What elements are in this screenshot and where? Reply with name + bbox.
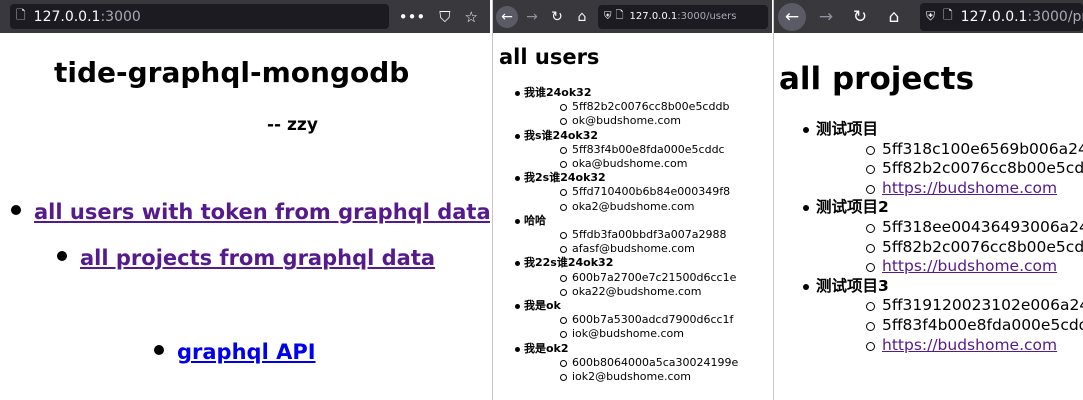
user-id: 5ff82b2c0076cc8b00e5cddb [524, 100, 738, 114]
reload-icon[interactable]: ↻ [546, 6, 568, 28]
bullet-icon [57, 251, 67, 261]
home-icon[interactable]: ⌂ [571, 6, 593, 28]
back-icon[interactable]: ← [778, 2, 806, 31]
user-email: oka@budshome.com [524, 157, 738, 171]
address-bar[interactable]: ⛨ 🗋 127.0.0.1:3000/proje [920, 2, 1083, 31]
user-email: ok@budshome.com [524, 114, 738, 128]
project-user-id: 5ff83f4b00e8fda000e5cddc [816, 316, 1083, 336]
url-text: 127.0.0.1:3000 [33, 8, 141, 25]
user-id: 600b7a5300adcd7900d6cc1f [524, 313, 738, 327]
pocket-icon[interactable]: ⛉ [439, 8, 450, 26]
list-item: all projects from graphql data [57, 246, 435, 270]
project-website-link[interactable]: https://budshome.com [882, 257, 1057, 275]
page-actions-more-icon[interactable]: ••• [399, 8, 426, 26]
url-text: 127.0.0.1:3000/users [629, 11, 737, 22]
user-name: 哈哈 [514, 214, 738, 228]
project-id: 5ff319120023102e006a2477 [816, 296, 1083, 316]
address-bar[interactable]: 🗋 127.0.0.1:3000 [10, 4, 389, 29]
browser-window-projects: ← → ↻ ⌂ ⛨ 🗋 127.0.0.1:3000/proje all pro… [773, 0, 1083, 400]
list-item: graphql API [154, 340, 316, 364]
project-id: 5ff318c100e6569b006a2475 [816, 140, 1083, 160]
graphql-api-link[interactable]: graphql API [177, 340, 316, 364]
author-line: -- zzy [267, 115, 318, 135]
page-title: tide-graphql-mongodb [54, 56, 410, 89]
project-website-item: https://budshome.com [816, 336, 1083, 356]
project-name: 测试项目 [803, 120, 1083, 140]
user-list-item: 哈哈 5ffdb3fa00bbdf3a007a2988 afasf@budshome… [504, 214, 738, 257]
project-id: 5ff318ee00436493006a2476 [816, 218, 1083, 238]
browser-toolbar: ← → ↻ ⌂ ⛨ 🗋 127.0.0.1:3000/users [493, 0, 772, 33]
user-list-item: 我是ok 600b7a5300adcd7900d6cc1f iok@budshome… [504, 299, 738, 342]
back-icon[interactable]: ← [496, 5, 518, 28]
list-item: all users with token from graphql data [11, 200, 490, 224]
address-bar[interactable]: ⛨ 🗋 127.0.0.1:3000/users [598, 4, 768, 29]
user-list-item: 我谁24ok32 5ff82b2c0076cc8b00e5cddb ok@budsh… [504, 86, 738, 129]
user-list-item: 我s谁24ok32 5ff83f4b00e8fda000e5cddc oka@bud… [504, 129, 738, 172]
user-name: 我22s谁24ok32 [514, 256, 738, 270]
user-id: 5ffd710400b6b84e000349f8 [524, 185, 738, 199]
page-title: all users [499, 45, 600, 69]
project-name: 测试项目2 [803, 198, 1083, 218]
home-icon[interactable]: ⌂ [880, 3, 908, 31]
bullet-icon [154, 345, 164, 355]
bullet-icon [11, 205, 21, 215]
user-name: 我2s谁24ok32 [514, 171, 738, 185]
page-icon: 🗋 [615, 10, 624, 21]
browser-window-home: 🗋 127.0.0.1:3000 ••• ⛉ ☆ tide-graphql-mo… [0, 0, 490, 400]
page-icon: 🗋 [16, 8, 26, 22]
user-name: 我s谁24ok32 [514, 129, 738, 143]
page-icon: 🗋 [943, 8, 953, 22]
user-email: iok2@budshome.com [524, 370, 738, 384]
user-name: 我是ok2 [514, 342, 738, 356]
projects-list: 测试项目5ff318c100e6569b006a24755ff82b2c0076… [788, 120, 1083, 355]
reload-icon[interactable]: ↻ [846, 3, 874, 31]
project-list-item: 测试项目5ff318c100e6569b006a24755ff82b2c0076… [788, 120, 1083, 198]
users-list: 我谁24ok32 5ff82b2c0076cc8b00e5cddb ok@budsh… [504, 86, 738, 384]
bookmark-star-icon[interactable]: ☆ [465, 8, 478, 26]
browser-toolbar: ← → ↻ ⌂ ⛨ 🗋 127.0.0.1:3000/proje [774, 0, 1083, 33]
user-name: 我谁24ok32 [514, 86, 738, 100]
project-name: 测试项目3 [803, 277, 1083, 297]
forward-icon[interactable]: → [812, 3, 840, 31]
user-email: oka2@budshome.com [524, 200, 738, 214]
forward-icon[interactable]: → [521, 6, 543, 28]
user-list-item: 我是ok2 600b8064000a5ca30024199e iok2@budsho… [504, 342, 738, 385]
all-projects-link[interactable]: all projects from graphql data [80, 246, 435, 270]
project-website-item: https://budshome.com [816, 257, 1083, 277]
user-name: 我是ok [514, 299, 738, 313]
page-title: all projects [779, 61, 975, 97]
project-user-id: 5ff82b2c0076cc8b00e5cddb [816, 159, 1083, 179]
user-email: oka22@budshome.com [524, 285, 738, 299]
project-list-item: 测试项目25ff318ee00436493006a24765ff82b2c007… [788, 198, 1083, 276]
browser-window-users: ← → ↻ ⌂ ⛨ 🗋 127.0.0.1:3000/users all use… [492, 0, 772, 400]
user-id: 600b7a2700e7c21500d6cc1e [524, 271, 738, 285]
user-email: afasf@budshome.com [524, 242, 738, 256]
project-website-link[interactable]: https://budshome.com [882, 336, 1057, 354]
project-user-id: 5ff82b2c0076cc8b00e5cddb [816, 238, 1083, 258]
user-list-item: 我2s谁24ok32 5ffd710400b6b84e000349f8 oka2@b… [504, 171, 738, 214]
all-users-link[interactable]: all users with token from graphql data [34, 200, 490, 224]
user-list-item: 我22s谁24ok32 600b7a2700e7c21500d6cc1e oka22… [504, 256, 738, 299]
project-website-item: https://budshome.com [816, 179, 1083, 199]
shield-icon[interactable]: ⛨ [604, 11, 612, 22]
user-email: iok@budshome.com [524, 327, 738, 341]
browser-toolbar: 🗋 127.0.0.1:3000 ••• ⛉ ☆ [0, 0, 490, 33]
project-website-link[interactable]: https://budshome.com [882, 179, 1057, 197]
shield-icon[interactable]: ⛨ [926, 9, 935, 24]
user-id: 5ffdb3fa00bbdf3a007a2988 [524, 228, 738, 242]
project-list-item: 测试项目35ff319120023102e006a24775ff83f4b00e… [788, 277, 1083, 355]
user-id: 5ff83f4b00e8fda000e5cddc [524, 143, 738, 157]
url-text: 127.0.0.1:3000/proje [960, 8, 1083, 25]
user-id: 600b8064000a5ca30024199e [524, 356, 738, 370]
